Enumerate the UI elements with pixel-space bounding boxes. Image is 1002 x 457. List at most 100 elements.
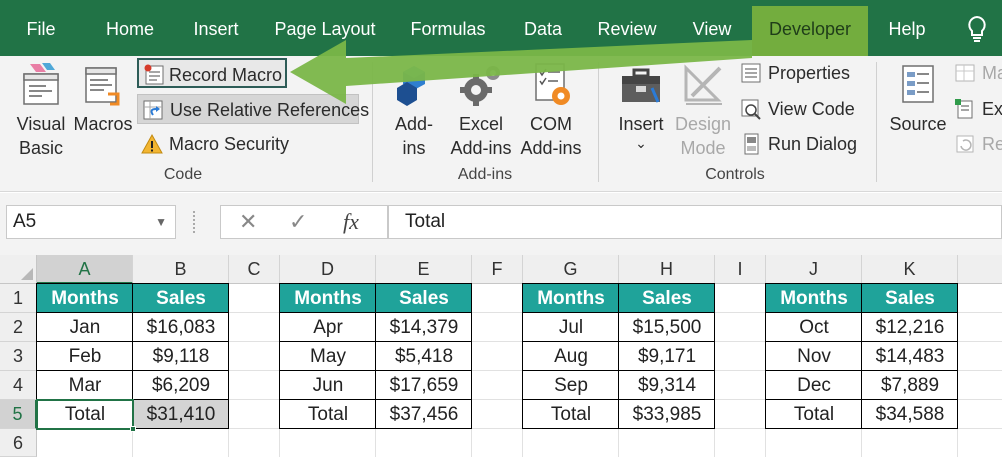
- fill-handle[interactable]: [130, 426, 136, 432]
- map-properties-button[interactable]: Ma: [950, 58, 1002, 88]
- table-cell[interactable]: $14,483: [862, 342, 958, 371]
- tab-insert[interactable]: Insert: [184, 0, 248, 56]
- table-cell[interactable]: Aug: [523, 342, 619, 371]
- column-header-a[interactable]: A: [37, 255, 133, 284]
- row-header-5[interactable]: 5: [0, 400, 37, 429]
- view-code-button[interactable]: View Code: [736, 94, 866, 124]
- row-header-1[interactable]: 1: [0, 284, 37, 313]
- column-header-e[interactable]: E: [376, 255, 472, 284]
- select-all-button[interactable]: [0, 255, 37, 284]
- tab-home[interactable]: Home: [94, 0, 166, 56]
- group-separator: [598, 62, 599, 182]
- tab-view[interactable]: View: [684, 0, 740, 56]
- table-cell[interactable]: $12,216: [862, 313, 958, 342]
- table-cell[interactable]: $5,418: [376, 342, 472, 371]
- visual-basic-button[interactable]: Visual Basic: [10, 60, 72, 160]
- row-header-6[interactable]: 6: [0, 429, 37, 457]
- table-cell[interactable]: Feb: [37, 342, 133, 371]
- macro-security-button[interactable]: Macro Security: [137, 129, 297, 159]
- table-cell[interactable]: Jan: [37, 313, 133, 342]
- table-cell[interactable]: Total: [766, 400, 862, 429]
- expansion-packs-button[interactable]: Exp: [950, 94, 1002, 124]
- table-cell[interactable]: Total: [523, 400, 619, 429]
- column-header-f[interactable]: F: [472, 255, 523, 284]
- tab-help[interactable]: Help: [880, 0, 934, 56]
- column-header-l[interactable]: [958, 255, 1002, 284]
- table-cell[interactable]: $14,379: [376, 313, 472, 342]
- row-header-2[interactable]: 2: [0, 313, 37, 342]
- formula-bar-grip[interactable]: [193, 211, 197, 233]
- properties-button[interactable]: Properties: [736, 58, 866, 88]
- name-box-dropdown-icon[interactable]: ▼: [155, 206, 167, 238]
- tab-file[interactable]: File: [14, 0, 68, 56]
- table-header-cell[interactable]: Months: [766, 284, 862, 313]
- column-header-k[interactable]: K: [862, 255, 958, 284]
- enter-entry-icon[interactable]: ✓: [289, 206, 307, 238]
- table-cell[interactable]: Mar: [37, 371, 133, 400]
- table-cell[interactable]: Nov: [766, 342, 862, 371]
- record-macro-button[interactable]: Record Macro: [137, 58, 287, 88]
- run-dialog-button[interactable]: Run Dialog: [736, 129, 866, 159]
- table-cell[interactable]: $15,500: [619, 313, 715, 342]
- name-box[interactable]: A5 ▼: [6, 205, 176, 239]
- table-inner-border: [765, 312, 958, 313]
- table-cell[interactable]: Jun: [280, 371, 376, 400]
- table-cell[interactable]: Jul: [523, 313, 619, 342]
- table-cell[interactable]: $31,410: [133, 400, 229, 429]
- table-cell[interactable]: $37,456: [376, 400, 472, 429]
- table-header-cell[interactable]: Months: [280, 284, 376, 313]
- insert-controls-button[interactable]: Insert ⌄: [612, 60, 670, 150]
- design-mode-button[interactable]: Design Mode: [672, 60, 734, 160]
- table-cell[interactable]: $9,171: [619, 342, 715, 371]
- cancel-entry-icon[interactable]: ✕: [239, 206, 257, 238]
- table-inner-border: [861, 283, 862, 429]
- column-header-h[interactable]: H: [619, 255, 715, 284]
- table-cell[interactable]: Total: [280, 400, 376, 429]
- column-header-j[interactable]: J: [766, 255, 862, 284]
- lightbulb-icon[interactable]: [962, 14, 992, 44]
- table-cell[interactable]: $17,659: [376, 371, 472, 400]
- add-ins-button[interactable]: Add- ins: [384, 60, 444, 160]
- refresh-data-button[interactable]: Ref: [950, 129, 1002, 159]
- tab-developer[interactable]: Developer: [752, 6, 868, 56]
- table-inner-border: [765, 370, 958, 371]
- table-cell[interactable]: $7,889: [862, 371, 958, 400]
- row-header-3[interactable]: 3: [0, 342, 37, 371]
- table-cell[interactable]: Apr: [280, 313, 376, 342]
- table-cell[interactable]: $9,118: [133, 342, 229, 371]
- source-button[interactable]: Source: [886, 60, 950, 136]
- row-header-4[interactable]: 4: [0, 371, 37, 400]
- table-cell[interactable]: $9,314: [619, 371, 715, 400]
- table-cell[interactable]: Total: [37, 400, 133, 429]
- tab-data[interactable]: Data: [514, 0, 572, 56]
- table-cell[interactable]: $16,083: [133, 313, 229, 342]
- tab-page-layout[interactable]: Page Layout: [268, 0, 382, 56]
- table-cell[interactable]: Dec: [766, 371, 862, 400]
- table-cell[interactable]: $6,209: [133, 371, 229, 400]
- insert-function-icon[interactable]: fx: [343, 206, 359, 238]
- tab-formulas[interactable]: Formulas: [402, 0, 494, 56]
- table-header-cell[interactable]: Sales: [133, 284, 229, 313]
- table-cell[interactable]: Oct: [766, 313, 862, 342]
- excel-add-ins-button[interactable]: Excel Add-ins: [446, 60, 516, 160]
- column-header-i[interactable]: I: [715, 255, 766, 284]
- use-relative-references-button[interactable]: Use Relative References: [137, 94, 369, 124]
- table-cell[interactable]: May: [280, 342, 376, 371]
- formula-input[interactable]: Total: [388, 205, 1002, 239]
- table-header-cell[interactable]: Months: [37, 284, 133, 313]
- com-add-ins-icon: [535, 63, 570, 105]
- table-header-cell[interactable]: Months: [523, 284, 619, 313]
- macros-button[interactable]: Macros: [72, 60, 134, 136]
- table-cell[interactable]: Sep: [523, 371, 619, 400]
- table-cell[interactable]: $34,588: [862, 400, 958, 429]
- table-header-cell[interactable]: Sales: [619, 284, 715, 313]
- table-header-cell[interactable]: Sales: [376, 284, 472, 313]
- column-header-c[interactable]: C: [229, 255, 280, 284]
- column-header-d[interactable]: D: [280, 255, 376, 284]
- table-cell[interactable]: $33,985: [619, 400, 715, 429]
- column-header-g[interactable]: G: [523, 255, 619, 284]
- table-header-cell[interactable]: Sales: [862, 284, 958, 313]
- column-header-b[interactable]: B: [133, 255, 229, 284]
- tab-review[interactable]: Review: [590, 0, 664, 56]
- com-add-ins-button[interactable]: COM Add-ins: [516, 60, 586, 160]
